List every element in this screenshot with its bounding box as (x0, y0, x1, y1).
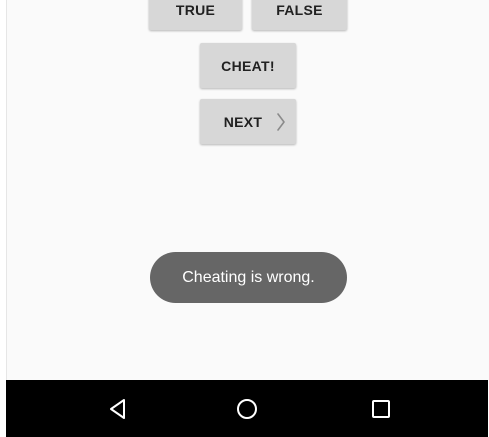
home-button[interactable] (212, 380, 282, 437)
chevron-right-icon (277, 112, 285, 131)
true-button[interactable]: TRUE (149, 0, 242, 30)
home-circle-icon (237, 398, 257, 419)
cheat-button[interactable]: CHEAT! (200, 43, 296, 88)
next-button-label: NEXT (223, 113, 263, 130)
app-screen: TRUE FALSE CHEAT! NEXT Cheating is wrong… (6, 0, 489, 380)
recents-button[interactable] (346, 380, 416, 437)
recents-square-icon (372, 399, 390, 418)
true-button-label: TRUE (175, 2, 216, 18)
back-triangle-icon (110, 398, 125, 419)
toast-message: Cheating is wrong. (150, 252, 347, 303)
toast-text: Cheating is wrong. (182, 268, 315, 286)
cheat-button-label: CHEAT! (221, 57, 275, 74)
back-button[interactable] (83, 380, 153, 437)
next-button[interactable]: NEXT (200, 99, 296, 144)
false-button[interactable]: FALSE (252, 0, 347, 30)
device-frame: TRUE FALSE CHEAT! NEXT Cheating is wrong… (0, 0, 489, 437)
navigation-bar (6, 380, 488, 437)
false-button-label: FALSE (276, 2, 323, 18)
